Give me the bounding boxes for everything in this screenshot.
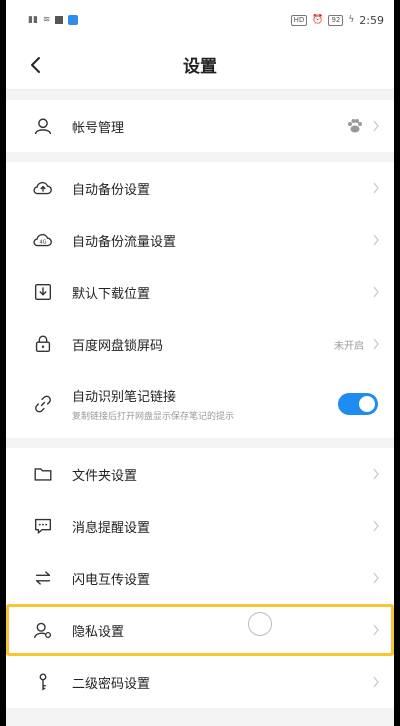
privacy-settings-label-wrap: 隐私设置 bbox=[72, 621, 124, 640]
alarm-icon: ⏰ bbox=[312, 15, 324, 25]
svg-text:4G: 4G bbox=[39, 240, 46, 246]
folder-settings-label: 文件夹设置 bbox=[72, 468, 138, 484]
chevron-right-icon bbox=[373, 676, 379, 688]
user-icon bbox=[34, 118, 52, 135]
app-header: 设置 bbox=[6, 40, 394, 90]
hd-badge: HD bbox=[290, 14, 308, 26]
charging-icon: ϟ bbox=[348, 15, 355, 25]
status-bar: ▮▮ ≋ HD ⏰ 92 ϟ 2:59 bbox=[6, 0, 394, 40]
page-title: 设置 bbox=[183, 57, 217, 77]
privacy-settings-label: 隐私设置 bbox=[72, 624, 125, 640]
note-link-description: 复制链接后打开网盘显示保存笔记的提示 bbox=[72, 412, 235, 422]
download-location-label-wrap: 默认下载位置 bbox=[72, 283, 150, 302]
account-right bbox=[346, 118, 380, 134]
lock-screen-label-wrap: 百度网盘锁屏码 bbox=[72, 335, 163, 354]
backup-traffic-row[interactable]: 4G 自动备份流量设置 bbox=[6, 214, 394, 266]
note-link-label-wrap: 自动识别笔记链接 复制链接后打开网盘显示保存笔记的提示 bbox=[72, 386, 234, 422]
download-location-right bbox=[372, 286, 380, 298]
auto-backup-row[interactable]: 自动备份设置 bbox=[6, 162, 394, 214]
chevron-right-icon bbox=[373, 182, 379, 194]
message-reminder-label: 消息提醒设置 bbox=[72, 520, 151, 536]
download-location-row[interactable]: 默认下载位置 bbox=[6, 266, 394, 318]
baidu-paw-icon bbox=[348, 119, 362, 133]
chevron-right-icon bbox=[373, 120, 379, 132]
status-time: 2:59 bbox=[359, 13, 384, 27]
chevron-right-icon bbox=[373, 468, 379, 480]
status-left: ▮▮ ≋ bbox=[28, 15, 79, 25]
chevron-right-icon bbox=[373, 338, 379, 350]
folder-icon bbox=[34, 468, 52, 481]
privacy-settings-row[interactable]: 隐私设置 bbox=[6, 604, 394, 656]
flash-transfer-label-wrap: 闪电互传设置 bbox=[72, 569, 150, 588]
note-link-row: 自动识别笔记链接 复制链接后打开网盘显示保存笔记的提示 bbox=[6, 370, 394, 438]
download-location-label: 默认下载位置 bbox=[72, 286, 151, 302]
account-group: 帐号管理 bbox=[6, 100, 394, 152]
chevron-right-icon bbox=[373, 520, 379, 532]
account-label: 帐号管理 bbox=[72, 120, 125, 136]
backup-group: 自动备份设置 4G 自动备份流量设置 默认下载位置 百度网盘锁屏码 未开启 自动… bbox=[6, 162, 394, 438]
toggle-knob bbox=[359, 396, 375, 412]
lock-icon bbox=[35, 335, 51, 353]
secondary-password-label: 二级密码设置 bbox=[72, 676, 151, 692]
transfer-arrows-icon bbox=[35, 571, 51, 585]
note-link-label: 自动识别笔记链接 bbox=[72, 390, 177, 405]
message-reminder-right bbox=[372, 520, 380, 532]
misc-group: 文件夹设置 消息提醒设置 闪电互传设置 隐私设置 二级密码设置 bbox=[6, 448, 394, 708]
secondary-password-right bbox=[372, 676, 380, 688]
backup-traffic-label-wrap: 自动备份流量设置 bbox=[72, 231, 176, 250]
notification-icon bbox=[55, 16, 64, 24]
battery-indicator: 92 bbox=[328, 14, 344, 26]
message-reminder-label-wrap: 消息提醒设置 bbox=[72, 517, 150, 536]
folder-settings-label-wrap: 文件夹设置 bbox=[72, 465, 137, 484]
status-right: HD ⏰ 92 ϟ 2:59 bbox=[290, 13, 384, 27]
backup-traffic-right bbox=[372, 234, 380, 246]
chevron-right-icon bbox=[373, 234, 379, 246]
chevron-right-icon bbox=[373, 572, 379, 584]
chevron-right-icon bbox=[373, 624, 379, 636]
secondary-password-row[interactable]: 二级密码设置 bbox=[6, 656, 394, 708]
wifi-icon: ≋ bbox=[42, 15, 51, 25]
folder-settings-row[interactable]: 文件夹设置 bbox=[6, 448, 394, 500]
secondary-password-label-wrap: 二级密码设置 bbox=[72, 673, 150, 692]
lock-screen-status: 未开启 bbox=[334, 340, 364, 352]
key-icon bbox=[39, 673, 47, 691]
settings-screen: ▮▮ ≋ HD ⏰ 92 ϟ 2:59 设置 帐号管理 自动备份设置 4G 自动… bbox=[6, 0, 394, 726]
tutorial-highlight-frame bbox=[6, 604, 394, 656]
tap-indicator bbox=[248, 612, 272, 636]
account-label-wrap: 帐号管理 bbox=[72, 117, 124, 136]
message-icon bbox=[34, 518, 52, 534]
cloud-4g-icon: 4G bbox=[33, 233, 52, 247]
auto-backup-right bbox=[372, 182, 380, 194]
chevron-right-icon bbox=[373, 286, 379, 298]
note-link-right bbox=[338, 393, 380, 415]
download-icon bbox=[34, 283, 52, 301]
message-reminder-row[interactable]: 消息提醒设置 bbox=[6, 500, 394, 552]
folder-settings-right bbox=[372, 468, 380, 480]
backup-traffic-label: 自动备份流量设置 bbox=[72, 234, 177, 250]
privacy-settings-right bbox=[372, 624, 380, 636]
flash-transfer-row[interactable]: 闪电互传设置 bbox=[6, 552, 394, 604]
auto-backup-label-wrap: 自动备份设置 bbox=[72, 179, 150, 198]
signal-icon: ▮▮ bbox=[28, 15, 38, 25]
privacy-user-icon bbox=[34, 622, 52, 639]
lock-screen-row[interactable]: 百度网盘锁屏码 未开启 bbox=[6, 318, 394, 370]
link-icon bbox=[35, 395, 51, 413]
cloud-upload-icon bbox=[33, 181, 52, 195]
account-row[interactable]: 帐号管理 bbox=[6, 100, 394, 152]
lock-screen-right: 未开启 bbox=[334, 337, 380, 352]
auto-backup-label: 自动备份设置 bbox=[72, 182, 151, 198]
back-arrow-icon[interactable] bbox=[24, 53, 48, 77]
note-link-toggle[interactable] bbox=[338, 393, 378, 415]
flash-transfer-right bbox=[372, 572, 380, 584]
lock-screen-label: 百度网盘锁屏码 bbox=[72, 338, 164, 354]
app-notification-icon bbox=[68, 15, 79, 25]
flash-transfer-label: 闪电互传设置 bbox=[72, 572, 151, 588]
